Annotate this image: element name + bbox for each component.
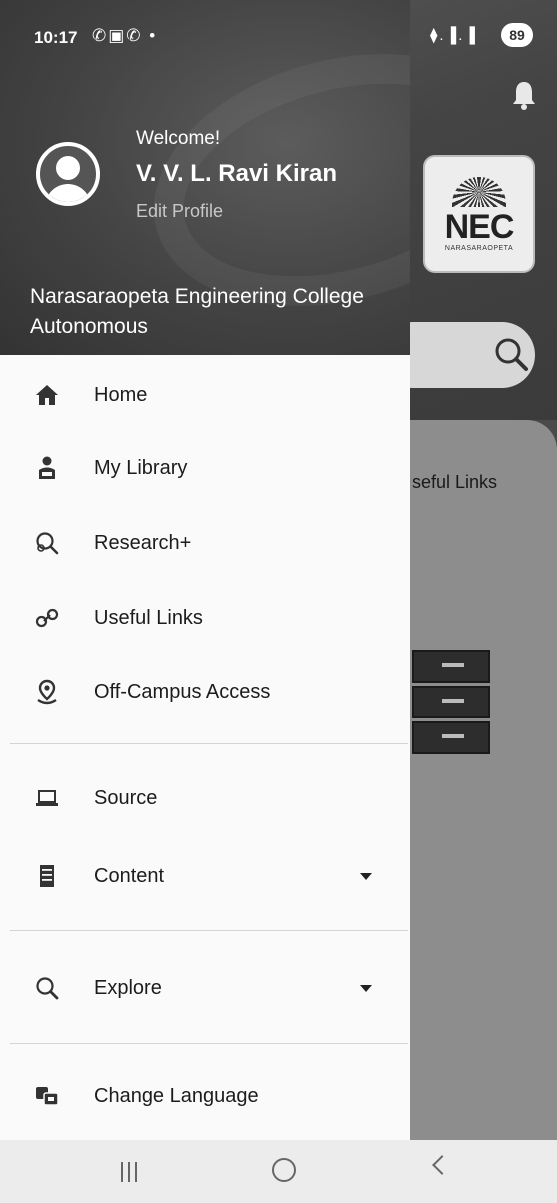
- logo-subtext: NARASARAOPETA: [444, 244, 514, 252]
- server-icon: [34, 863, 60, 889]
- home-icon: [34, 382, 60, 408]
- chevron-down-icon[interactable]: [360, 984, 372, 992]
- recents-button[interactable]: [121, 1162, 139, 1182]
- system-navigation-bar: [0, 1140, 557, 1203]
- logo-text: NEC: [444, 207, 515, 246]
- edit-profile-link[interactable]: Edit Profile: [136, 201, 223, 222]
- menu-item-home[interactable]: Home: [0, 360, 410, 430]
- status-time: 10:17: [34, 28, 78, 47]
- translate-icon: [34, 1083, 60, 1109]
- menu-label: Source: [94, 786, 158, 809]
- notification-icons: ✆▣✆ •: [92, 26, 158, 45]
- location-pin-icon: [34, 679, 60, 705]
- search-icon: [34, 975, 60, 1001]
- welcome-text: Welcome!: [136, 128, 221, 149]
- battery-icon: 89: [501, 23, 533, 47]
- menu-item-change-language[interactable]: Change Language: [0, 1061, 410, 1131]
- menu-label: My Library: [94, 456, 188, 479]
- signal-icons: ⧫.▐.▐: [429, 27, 477, 44]
- back-button[interactable]: [432, 1155, 452, 1175]
- menu-label: Useful Links: [94, 606, 203, 629]
- research-icon: [34, 530, 60, 556]
- college-logo: NEC NARASARAOPETA: [423, 155, 535, 273]
- divider: [10, 1043, 408, 1044]
- divider: [10, 930, 408, 931]
- search-icon[interactable]: [491, 334, 531, 374]
- menu-label: Change Language: [94, 1084, 259, 1107]
- menu-label: Content: [94, 864, 165, 887]
- menu-item-content[interactable]: Content: [0, 841, 410, 911]
- background-useful-links-label[interactable]: seful Links: [412, 472, 497, 493]
- menu-item-useful-links[interactable]: Useful Links: [0, 583, 410, 653]
- user-name: V. V. L. Ravi Kiran: [136, 160, 337, 187]
- file-cabinet-icon: [412, 650, 490, 755]
- laptop-icon: [34, 785, 60, 811]
- menu-item-explore[interactable]: Explore: [0, 953, 410, 1023]
- bell-icon[interactable]: [511, 80, 537, 110]
- home-button[interactable]: [272, 1158, 296, 1182]
- menu-item-my-library[interactable]: My Library: [0, 433, 410, 503]
- college-name: Narasaraopeta Engineering College Autono…: [30, 285, 364, 338]
- status-bar: 10:17 ✆▣✆ • ⧫.▐.▐ 89: [0, 0, 557, 70]
- menu-label: Home: [94, 383, 148, 406]
- menu-label: Explore: [94, 976, 162, 999]
- menu-item-source[interactable]: Source: [0, 763, 410, 833]
- avatar[interactable]: [36, 142, 100, 206]
- navigation-drawer: Welcome! V. V. L. Ravi Kiran Edit Profil…: [0, 0, 410, 1140]
- chevron-down-icon[interactable]: [360, 872, 372, 880]
- menu-label: Off-Campus Access: [94, 680, 271, 703]
- menu-item-research[interactable]: Research+: [0, 508, 410, 578]
- college-crest-icon: [452, 176, 506, 207]
- divider: [10, 743, 408, 744]
- library-user-icon: [34, 455, 60, 481]
- link-icon: [34, 605, 60, 631]
- menu-item-off-campus-access[interactable]: Off-Campus Access: [0, 657, 410, 727]
- menu-label: Research+: [94, 531, 192, 554]
